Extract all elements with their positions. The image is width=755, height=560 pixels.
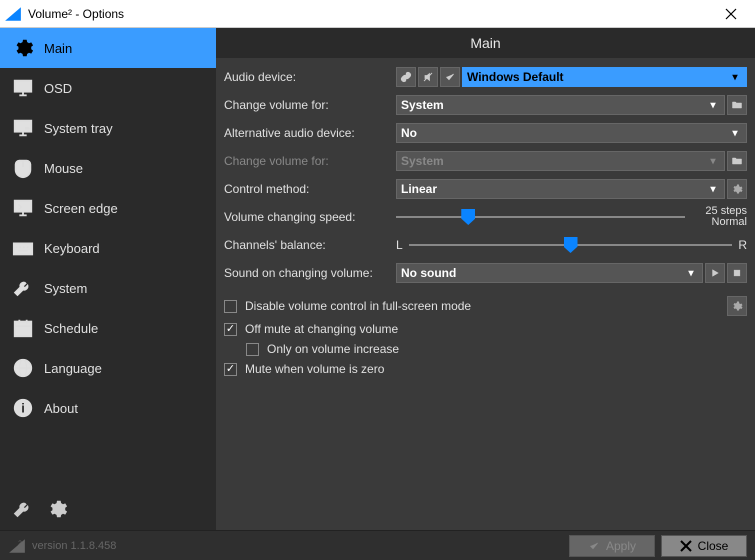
sidebar-item-label: Screen edge bbox=[44, 201, 118, 216]
stop-button[interactable] bbox=[727, 263, 747, 283]
volume-speed-slider[interactable] bbox=[396, 206, 685, 228]
sidebar-item-screen-edge[interactable]: Screen edge bbox=[0, 188, 216, 228]
sidebar-item-label: System tray bbox=[44, 121, 113, 136]
mouse-icon bbox=[12, 157, 34, 179]
settings-button[interactable] bbox=[727, 179, 747, 199]
wrench-icon bbox=[12, 277, 34, 299]
chevron-down-icon: ▾ bbox=[706, 184, 720, 195]
chevron-down-icon: ▾ bbox=[728, 72, 742, 83]
sidebar-item-label: About bbox=[44, 401, 78, 416]
checkbox-label: Only on volume increase bbox=[267, 342, 399, 356]
checkbox-off-mute[interactable] bbox=[224, 323, 237, 336]
chevron-down-icon: ▾ bbox=[706, 100, 720, 111]
sidebar-item-mouse[interactable]: Mouse bbox=[0, 148, 216, 188]
alt-audio-device-dropdown[interactable]: No ▾ bbox=[396, 123, 747, 143]
info-icon: i bbox=[12, 397, 34, 419]
sidebar-tools bbox=[0, 488, 216, 530]
sidebar-item-schedule[interactable]: Schedule bbox=[0, 308, 216, 348]
label-audio-device: Audio device: bbox=[224, 70, 396, 84]
calendar-icon bbox=[12, 317, 34, 339]
link-button[interactable] bbox=[396, 67, 416, 87]
sidebar-item-main[interactable]: Main bbox=[0, 28, 216, 68]
svg-text:2: 2 bbox=[18, 539, 22, 546]
label-change-volume-for: Change volume for: bbox=[224, 98, 396, 112]
gear-tool-icon[interactable] bbox=[46, 498, 68, 520]
chevron-down-icon: ▾ bbox=[684, 268, 698, 279]
dropdown-value: System bbox=[401, 154, 444, 168]
content-heading: Main bbox=[216, 28, 755, 58]
sidebar: Main OSD System tray Mouse Screen edge K… bbox=[0, 28, 216, 530]
change-volume-for-dropdown[interactable]: System ▾ bbox=[396, 95, 725, 115]
audio-device-dropdown[interactable]: Windows Default ▾ bbox=[462, 67, 747, 87]
dropdown-value: No bbox=[401, 126, 417, 140]
monitor-icon bbox=[12, 77, 34, 99]
app-icon bbox=[4, 5, 22, 23]
apply-button[interactable]: Apply bbox=[569, 535, 655, 557]
folder-button[interactable] bbox=[727, 95, 747, 115]
title-bar: Volume² - Options bbox=[0, 0, 755, 28]
fullscreen-settings-button[interactable] bbox=[727, 296, 747, 316]
chevron-down-icon: ▾ bbox=[706, 156, 720, 167]
checkbox-only-increase[interactable] bbox=[246, 343, 259, 356]
mute-button[interactable] bbox=[418, 67, 438, 87]
footer: 2 version 1.1.8.458 Apply Close bbox=[0, 530, 755, 560]
sidebar-item-label: System bbox=[44, 281, 87, 296]
label-alt-audio-device: Alternative audio device: bbox=[224, 126, 396, 140]
checkbox-label: Disable volume control in full-screen mo… bbox=[245, 299, 471, 313]
globe-icon bbox=[12, 357, 34, 379]
folder-button[interactable] bbox=[727, 151, 747, 171]
sidebar-item-label: Keyboard bbox=[44, 241, 100, 256]
balance-left-label: L bbox=[396, 238, 403, 252]
sound-on-change-dropdown[interactable]: No sound ▾ bbox=[396, 263, 703, 283]
content-panel: Main Audio device: Windows Default ▾ Cha… bbox=[216, 28, 755, 530]
check-button[interactable] bbox=[440, 67, 460, 87]
dropdown-value: Linear bbox=[401, 182, 437, 196]
keyboard-icon bbox=[12, 237, 34, 259]
window-close-button[interactable] bbox=[711, 1, 751, 27]
window-title: Volume² - Options bbox=[28, 7, 124, 21]
label-sound-on-change: Sound on changing volume: bbox=[224, 266, 396, 280]
dropdown-value: System bbox=[401, 98, 444, 112]
svg-text:i: i bbox=[21, 401, 25, 416]
checkbox-mute-zero[interactable] bbox=[224, 363, 237, 376]
dropdown-value: Windows Default bbox=[467, 70, 564, 84]
footer-app-icon: 2 bbox=[8, 537, 26, 555]
sidebar-item-label: Schedule bbox=[44, 321, 98, 336]
label-volume-speed: Volume changing speed: bbox=[224, 210, 396, 224]
sidebar-item-systray[interactable]: System tray bbox=[0, 108, 216, 148]
sidebar-item-osd[interactable]: OSD bbox=[0, 68, 216, 108]
checkbox-label: Off mute at changing volume bbox=[245, 322, 398, 336]
balance-slider[interactable] bbox=[409, 234, 733, 256]
close-button[interactable]: Close bbox=[661, 535, 747, 557]
control-method-dropdown[interactable]: Linear ▾ bbox=[396, 179, 725, 199]
monitor-tray-icon bbox=[12, 117, 34, 139]
label-control-method: Control method: bbox=[224, 182, 396, 196]
sidebar-item-label: Main bbox=[44, 41, 72, 56]
sidebar-item-label: Language bbox=[44, 361, 102, 376]
gear-icon bbox=[12, 37, 34, 59]
change-volume-for-2-dropdown[interactable]: System ▾ bbox=[396, 151, 725, 171]
sidebar-item-keyboard[interactable]: Keyboard bbox=[0, 228, 216, 268]
checkbox-label: Mute when volume is zero bbox=[245, 362, 384, 376]
sidebar-item-system[interactable]: System bbox=[0, 268, 216, 308]
sidebar-item-label: OSD bbox=[44, 81, 72, 96]
dropdown-value: No sound bbox=[401, 266, 456, 280]
screen-edge-icon bbox=[12, 197, 34, 219]
balance-right-label: R bbox=[738, 238, 747, 252]
sidebar-item-language[interactable]: Language bbox=[0, 348, 216, 388]
play-button[interactable] bbox=[705, 263, 725, 283]
checkbox-disable-fullscreen[interactable] bbox=[224, 300, 237, 313]
sidebar-item-label: Mouse bbox=[44, 161, 83, 176]
chevron-down-icon: ▾ bbox=[728, 128, 742, 139]
version-text: version 1.1.8.458 bbox=[32, 540, 116, 552]
sidebar-item-about[interactable]: i About bbox=[0, 388, 216, 428]
label-channels-balance: Channels' balance: bbox=[224, 238, 396, 252]
wrench-tool-icon[interactable] bbox=[12, 498, 34, 520]
label-change-volume-for-2: Change volume for: bbox=[224, 154, 396, 168]
speed-readout: 25 steps Normal bbox=[693, 206, 747, 228]
